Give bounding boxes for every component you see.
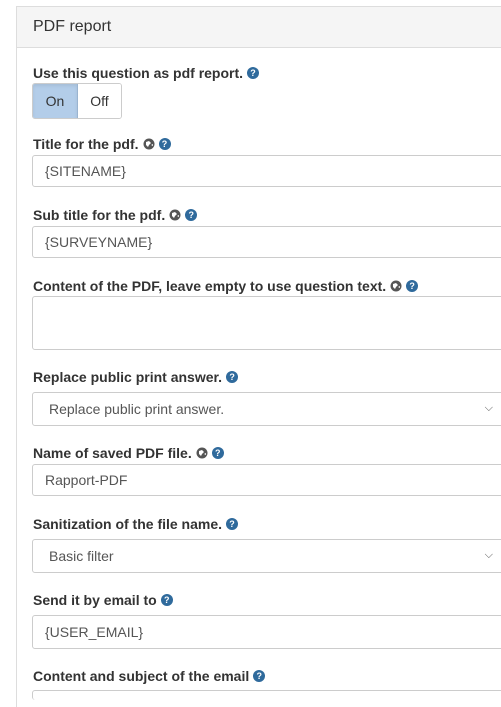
help-icon[interactable]: ? bbox=[253, 670, 266, 682]
content-pdf-textarea[interactable] bbox=[32, 296, 501, 350]
pdf-report-label: Use this question as pdf report. ? bbox=[33, 65, 260, 81]
email-to-label: Send it by email to ? bbox=[33, 592, 173, 608]
pdf-report-toggle: On Off bbox=[32, 83, 122, 119]
sanitization-label: Sanitization of the file name. ? bbox=[33, 516, 239, 532]
replace-print-label: Replace public print answer. ? bbox=[33, 369, 239, 385]
help-icon[interactable]: ? bbox=[211, 447, 224, 459]
help-icon[interactable]: ? bbox=[406, 280, 419, 292]
help-icon[interactable]: ? bbox=[247, 67, 260, 79]
globe-icon bbox=[390, 280, 402, 292]
file-name-input[interactable]: Rapport-PDF bbox=[32, 464, 501, 496]
panel-title: PDF report bbox=[33, 18, 112, 35]
title-pdf-input[interactable]: {SITENAME} bbox=[32, 155, 501, 187]
file-name-label: Name of saved PDF file. ? bbox=[33, 445, 224, 461]
subtitle-pdf-label: Sub title for the pdf. ? bbox=[33, 207, 198, 223]
left-gutter bbox=[0, 0, 16, 694]
globe-icon bbox=[143, 138, 155, 150]
email-content-label: Content and subject of the email ? bbox=[33, 668, 266, 684]
panel-header: PDF report bbox=[17, 7, 501, 48]
replace-print-select[interactable]: Replace public print answer. ⌵ bbox=[32, 392, 501, 426]
content-pdf-label: Content of the PDF, leave empty to use q… bbox=[33, 278, 419, 294]
email-to-input[interactable]: {USER_EMAIL} bbox=[32, 615, 501, 649]
help-icon[interactable]: ? bbox=[158, 138, 171, 150]
title-pdf-label: Title for the pdf. ? bbox=[33, 136, 171, 152]
email-content-field[interactable] bbox=[32, 690, 501, 700]
help-icon[interactable]: ? bbox=[226, 518, 239, 530]
sanitization-select[interactable]: Basic filter ⌵ bbox=[32, 539, 501, 573]
help-icon[interactable]: ? bbox=[226, 371, 239, 383]
chevron-down-icon: ⌵ bbox=[484, 402, 493, 414]
globe-icon bbox=[169, 209, 181, 221]
toggle-off-button[interactable]: Off bbox=[78, 84, 121, 118]
help-icon[interactable]: ? bbox=[160, 594, 173, 606]
toggle-on-button[interactable]: On bbox=[33, 84, 78, 118]
help-icon[interactable]: ? bbox=[185, 209, 198, 221]
chevron-down-icon: ⌵ bbox=[484, 549, 493, 561]
subtitle-pdf-input[interactable]: {SURVEYNAME} bbox=[32, 226, 501, 258]
globe-icon bbox=[196, 447, 208, 459]
